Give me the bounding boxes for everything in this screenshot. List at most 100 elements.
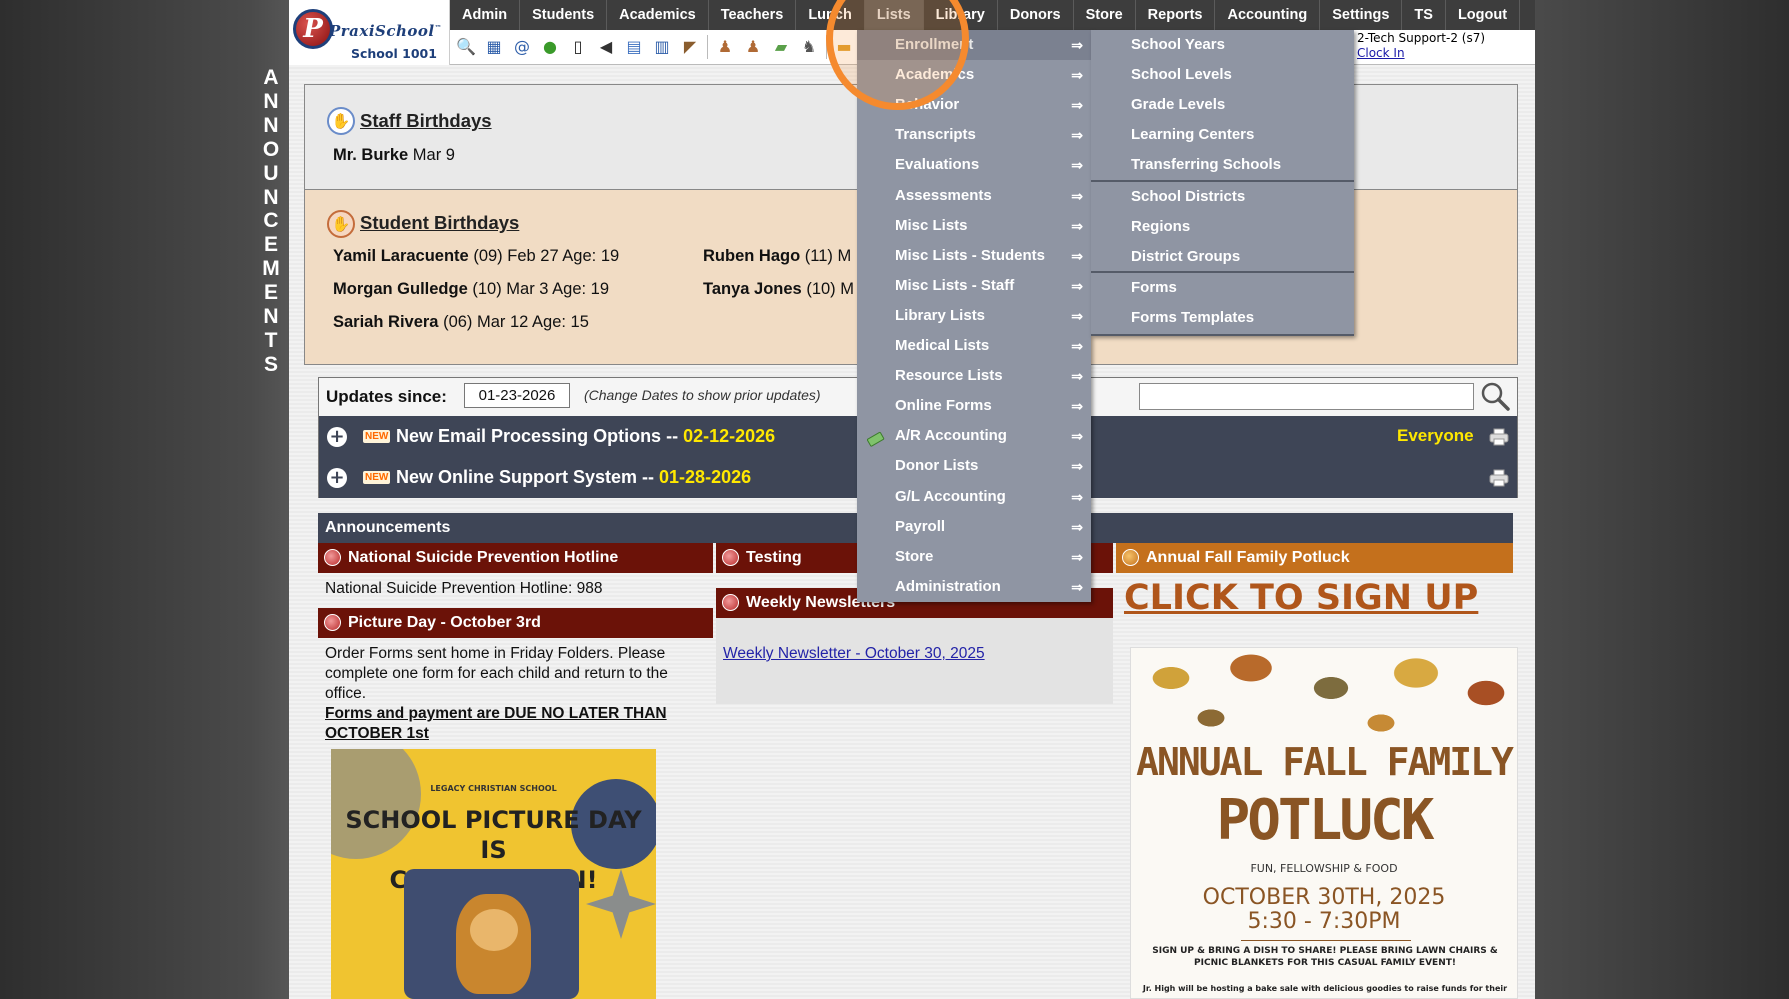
submenu-school-levels[interactable]: School Levels	[1091, 60, 1354, 90]
submenu-arrow-icon: ⇒	[1071, 37, 1083, 53]
toolbar-separator	[707, 35, 708, 59]
menu-students[interactable]: Students	[520, 0, 608, 30]
print-icon[interactable]	[1489, 469, 1509, 487]
schedule-icon[interactable]: ▥	[651, 36, 673, 58]
user-add-icon[interactable]: ♟	[714, 36, 736, 58]
menu-settings[interactable]: Settings	[1320, 0, 1403, 30]
menu-item-label: Payroll	[895, 517, 946, 535]
notes-icon[interactable]: ▬	[833, 36, 855, 58]
lists-menu-misc-lists[interactable]: Misc Lists ⇒	[857, 211, 1091, 241]
menu-donors[interactable]: Donors	[998, 0, 1074, 30]
submenu-school-years[interactable]: School Years	[1091, 30, 1354, 60]
submenu-forms-templates[interactable]: Forms Templates	[1091, 303, 1354, 333]
user-icon[interactable]: ♟	[742, 36, 764, 58]
lists-menu-assessments[interactable]: Assessments ⇒	[857, 181, 1091, 211]
menu-reports[interactable]: Reports	[1136, 0, 1216, 30]
potluck-signup-link[interactable]: CLICK TO SIGN UP	[1124, 578, 1478, 618]
submenu-district-groups[interactable]: District Groups	[1091, 242, 1354, 272]
lists-menu-enrollment[interactable]: Enrollment ⇒	[857, 30, 1091, 60]
submenu-grade-levels[interactable]: Grade Levels	[1091, 90, 1354, 120]
submenu-forms[interactable]: Forms	[1091, 273, 1354, 303]
lists-menu-donor-lists[interactable]: Donor Lists ⇒	[857, 451, 1091, 481]
announcement-body: Order Forms sent home in Friday Folders.…	[318, 638, 713, 750]
search-icon[interactable]	[1479, 380, 1511, 412]
expand-icon[interactable]: +	[327, 468, 347, 488]
menu-item-label: Misc Lists - Students	[895, 246, 1046, 264]
newsletter-link[interactable]: Weekly Newsletter - October 30, 2025	[723, 645, 985, 662]
megaphone-icon[interactable]: ◤	[679, 36, 701, 58]
lists-menu-academics[interactable]: Academics ⇒	[857, 60, 1091, 90]
lists-menu-behavior[interactable]: Behavior ⇒	[857, 90, 1091, 120]
expand-icon[interactable]: +	[327, 427, 347, 447]
phone-icon[interactable]: ▯	[567, 36, 589, 58]
banner-letter: O	[262, 137, 280, 161]
lists-menu-evaluations[interactable]: Evaluations ⇒	[857, 150, 1091, 180]
money-icon[interactable]: ▰	[770, 36, 792, 58]
menu-ts[interactable]: TS	[1402, 0, 1446, 30]
chat-icon[interactable]: ●	[539, 36, 561, 58]
search-icon[interactable]: 🔍	[455, 36, 477, 58]
menu-item-label: Medical Lists	[895, 337, 990, 354]
clock-in-link[interactable]: Clock In	[1357, 46, 1485, 61]
announcement-column: National Suicide Prevention Hotline Nati…	[318, 543, 713, 750]
menu-library[interactable]: Library	[924, 0, 998, 30]
submenu-arrow-icon: ⇒	[1071, 458, 1083, 475]
staff-birthday-entry: Mr. Burke Mar 9	[333, 146, 455, 164]
cake-icon: ✋	[327, 107, 355, 135]
email-at-icon[interactable]: @	[511, 36, 533, 58]
lists-menu-a-r-accounting[interactable]: A/R Accounting ⇒	[857, 421, 1091, 451]
menu-logout[interactable]: Logout	[1446, 0, 1521, 30]
report-icon[interactable]: ▤	[623, 36, 645, 58]
menu-teachers[interactable]: Teachers	[709, 0, 797, 30]
lists-menu-transcripts[interactable]: Transcripts ⇒	[857, 120, 1091, 150]
calendar-grid-icon[interactable]: ▦	[483, 36, 505, 58]
submenu-learning-centers[interactable]: Learning Centers	[1091, 120, 1354, 150]
update-title[interactable]: New Email Processing Options -- 02-12-20…	[396, 426, 775, 447]
lists-menu-resource-lists[interactable]: Resource Lists ⇒	[857, 361, 1091, 391]
menu-academics[interactable]: Academics	[607, 0, 709, 30]
submenu-school-districts[interactable]: School Districts	[1091, 182, 1354, 212]
submenu-separator	[1091, 180, 1354, 182]
toolbar-separator	[826, 35, 827, 59]
lists-menu-g-l-accounting[interactable]: G/L Accounting ⇒	[857, 482, 1091, 512]
announcement-title[interactable]: Picture Day - October 3rd	[318, 608, 713, 638]
updates-search-input[interactable]	[1139, 383, 1474, 410]
lists-menu-payroll[interactable]: Payroll ⇒	[857, 512, 1091, 542]
student-birthdays-title[interactable]: Student Birthdays	[360, 212, 519, 234]
updates-date-input[interactable]: 01-23-2026	[464, 383, 570, 408]
picture-day-flyer-image: LEGACY CHRISTIAN SCHOOL SCHOOL PICTURE D…	[331, 749, 656, 999]
users-icon[interactable]: ♞	[798, 36, 820, 58]
speaker-icon[interactable]: ◀	[595, 36, 617, 58]
announcement-title[interactable]: Annual Fall Family Potluck	[1116, 543, 1513, 573]
submenu-separator	[1091, 271, 1354, 273]
print-icon[interactable]	[1489, 428, 1509, 446]
menu-item-label: Online Forms	[895, 397, 992, 415]
lists-menu-misc-lists-staff[interactable]: Misc Lists - Staff ⇒	[857, 271, 1091, 301]
lists-menu-store[interactable]: Store ⇒	[857, 542, 1091, 572]
logo-mark-icon: P	[293, 9, 333, 49]
lists-menu-medical-lists[interactable]: Medical Lists ⇒	[857, 331, 1091, 361]
menu-item-label: Enrollment	[895, 36, 974, 53]
announcement-title[interactable]: National Suicide Prevention Hotline	[318, 543, 713, 573]
student-birthday-entry: Morgan Gulledge (10) Mar 3 Age: 19	[333, 280, 610, 298]
update-title[interactable]: New Online Support System -- 01-28-2026	[396, 467, 751, 488]
submenu-arrow-icon: ⇒	[1071, 247, 1083, 264]
menu-lunch[interactable]: Lunch	[796, 0, 865, 30]
staff-birthdays-title[interactable]: Staff Birthdays	[360, 110, 492, 132]
lists-menu-administration[interactable]: Administration ⇒	[857, 572, 1091, 602]
menu-accounting[interactable]: Accounting	[1215, 0, 1321, 30]
money-icon	[866, 428, 885, 447]
lists-menu-misc-lists-students[interactable]: Misc Lists - Students ⇒	[857, 241, 1091, 271]
menu-store[interactable]: Store	[1074, 0, 1136, 30]
student-birthday-entry: Sariah Rivera (06) Mar 12 Age: 15	[333, 313, 589, 331]
app-logo[interactable]: P PraxiSchool™ School 1001	[289, 0, 450, 65]
menu-lists[interactable]: Lists	[864, 0, 924, 30]
lists-menu-online-forms[interactable]: Online Forms ⇒	[857, 391, 1091, 421]
lists-menu-library-lists[interactable]: Library Lists ⇒	[857, 301, 1091, 331]
submenu-regions[interactable]: Regions	[1091, 212, 1354, 242]
submenu-transferring-schools[interactable]: Transferring Schools	[1091, 150, 1354, 180]
menu-item-label: Misc Lists - Staff	[895, 276, 1015, 294]
menu-admin[interactable]: Admin	[450, 0, 521, 30]
pin-icon	[722, 594, 739, 611]
banner-letter: N	[263, 185, 279, 209]
